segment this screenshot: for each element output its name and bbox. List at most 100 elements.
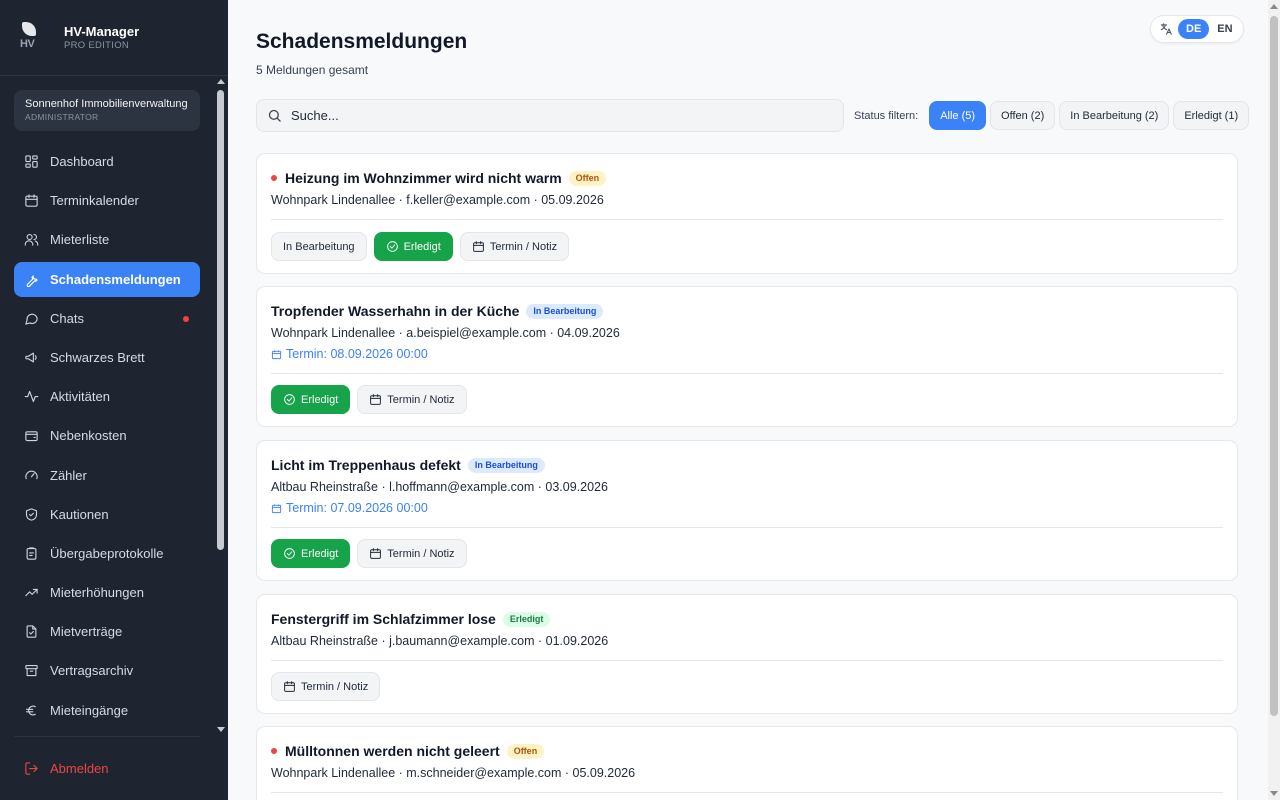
button-label: Erledigt (301, 547, 339, 560)
sidebar-item-mieterhoehungen[interactable]: Mieterhöhungen (14, 575, 200, 610)
termin-notiz-button[interactable]: Termin / Notiz (357, 385, 467, 414)
language-switcher: DE EN (1150, 15, 1244, 43)
sidebar-item-uebergabeprotokolle[interactable]: Übergabeprotokolle (14, 536, 200, 571)
filter-erledigt-button[interactable]: Erledigt (1) (1173, 101, 1250, 130)
sidebar-item-schwarzes-brett[interactable]: Schwarzes Brett (14, 340, 200, 375)
logo-leaf-icon (22, 21, 36, 36)
main-content: Schadensmeldungen 5 Meldungen gesamt DE … (228, 0, 1268, 800)
sidebar-item-label: Schadensmeldungen (50, 271, 181, 287)
unread-dot (183, 315, 189, 322)
sidebar-item-mietvertraege[interactable]: Mietverträge (14, 614, 200, 649)
card-divider (271, 792, 1223, 793)
report-actions: In Bearbeitung Erledigt Termin / Notiz (271, 232, 576, 261)
report-actions: Termin / Notiz (271, 672, 387, 701)
filter-offen-button[interactable]: Offen (2) (990, 101, 1056, 130)
termin-notiz-button[interactable]: Termin / Notiz (459, 232, 570, 261)
calendar-icon (284, 681, 295, 692)
report-title-text: Licht im Treppenhaus defekt (271, 457, 461, 473)
sidebar-item-label: Übergabeprotokolle (50, 545, 164, 561)
status-badge: Offen (506, 743, 545, 759)
button-label: Termin / Notiz (489, 240, 558, 253)
report-meta: Altbau Rheinstraße · l.hoffmann@example.… (271, 480, 608, 494)
sidebar-item-mieteingaenge[interactable]: Mieteingänge (14, 693, 200, 728)
sidebar-item-label: Chats (50, 310, 84, 326)
sidebar-item-nebenkosten[interactable]: Nebenkosten (14, 418, 200, 453)
calendar-icon (370, 394, 382, 405)
termin-notiz-button[interactable]: Termin / Notiz (357, 539, 467, 568)
calendar-icon (271, 349, 282, 359)
sidebar-item-label: Mietverträge (50, 624, 123, 640)
translate-icon (1160, 23, 1172, 35)
sidebar-item-label: Mieteingänge (50, 702, 129, 718)
report-actions: Erledigt Termin / Notiz (271, 385, 474, 414)
card-divider (271, 527, 1223, 528)
check-circle-icon (386, 241, 398, 252)
main-scrollbar[interactable] (1268, 0, 1280, 800)
euro-icon (25, 705, 36, 716)
sidebar-item-dashboard[interactable]: Dashboard (14, 144, 200, 179)
termin-text: Termin: 07.09.2026 00:00 (286, 501, 428, 515)
sidebar-nav: Dashboard Terminkalender Mieterliste Sch… (14, 144, 200, 732)
report-termin: Termin: 08.09.2026 00:00 (271, 347, 428, 361)
sidebar-scrollbar[interactable] (214, 76, 228, 735)
report-title-text: Tropfender Wasserhahn in der Küche (271, 303, 520, 319)
language-option-de[interactable]: DE (1178, 19, 1210, 39)
scroll-down-arrow-icon[interactable] (1270, 791, 1278, 796)
report-title-text: Fenstergriff im Schlafzimmer lose (271, 611, 496, 627)
sidebar-item-label: Mieterliste (50, 232, 110, 248)
sidebar-item-label: Kautionen (50, 506, 109, 522)
wallet-icon (25, 431, 38, 442)
sidebar-item-label: Dashboard (50, 154, 114, 169)
set-erledigt-button[interactable]: Erledigt (373, 232, 453, 261)
page-subtitle: 5 Meldungen gesamt (256, 63, 369, 77)
button-label: Termin / Notiz (387, 393, 455, 406)
status-badge: In Bearbeitung (526, 303, 604, 319)
set-erledigt-button[interactable]: Erledigt (271, 385, 351, 414)
sidebar-item-aktivitaeten[interactable]: Aktivitäten (14, 379, 200, 414)
status-filter: Status filtern: Alle (5) Offen (2) In Be… (854, 101, 1250, 130)
card-divider (271, 373, 1223, 374)
sidebar-item-mieterliste[interactable]: Mieterliste (14, 222, 200, 257)
sidebar-item-schadensmeldungen[interactable]: Schadensmeldungen (14, 261, 200, 297)
sidebar-item-label: Zähler (50, 467, 87, 483)
activity-icon (24, 391, 39, 403)
filter-alle-button[interactable]: Alle (5) (929, 101, 987, 130)
main-scroll-thumb[interactable] (1270, 16, 1278, 716)
card-divider (271, 660, 1223, 661)
sidebar-item-terminkalender[interactable]: Terminkalender (14, 183, 200, 218)
button-label: Termin / Notiz (387, 547, 455, 560)
sidebar-item-chats[interactable]: Chats (14, 301, 200, 336)
scroll-up-arrow-icon[interactable] (1270, 4, 1278, 9)
unread-dot (271, 748, 277, 754)
organization-switcher[interactable]: Sonnenhof Immobilienverwaltung ADMINISTR… (14, 90, 200, 131)
sidebar-item-label: Mieterhöhungen (50, 585, 144, 601)
organization-role: ADMINISTRATOR (25, 112, 99, 122)
report-card: Tropfender Wasserhahn in der Küche In Be… (256, 286, 1238, 427)
logo-text: HV (20, 37, 35, 50)
filter-in-bearbeitung-button[interactable]: In Bearbeitung (2) (1059, 101, 1170, 130)
organization-name: Sonnenhof Immobilienverwaltung (25, 98, 188, 110)
set-in-bearbeitung-button[interactable]: In Bearbeitung (271, 232, 367, 261)
logout-button[interactable]: Abmelden (14, 736, 200, 800)
language-option-en[interactable]: EN (1209, 19, 1240, 39)
scroll-down-arrow-icon[interactable] (217, 727, 225, 732)
termin-notiz-button[interactable]: Termin / Notiz (271, 672, 381, 701)
report-card: Licht im Treppenhaus defekt In Bearbeitu… (256, 440, 1238, 581)
sidebar-item-label: Nebenkosten (50, 428, 127, 444)
sidebar-item-label: Schwarzes Brett (50, 349, 145, 365)
logout-icon (25, 762, 38, 775)
sidebar-item-zaehler[interactable]: Zähler (14, 458, 200, 493)
report-meta: Wohnpark Lindenallee · m.schneider@examp… (271, 766, 636, 780)
clipboard-icon (26, 547, 37, 560)
sidebar-item-vertragsarchiv[interactable]: Vertragsarchiv (14, 653, 200, 688)
report-card: Heizung im Wohnzimmer wird nicht warm Of… (256, 153, 1238, 274)
sidebar-item-kautionen[interactable]: Kautionen (14, 497, 200, 532)
sidebar-scroll-thumb[interactable] (217, 90, 224, 550)
report-card: Fenstergriff im Schlafzimmer lose Erledi… (256, 594, 1238, 714)
search-input[interactable] (291, 108, 811, 123)
set-erledigt-button[interactable]: Erledigt (271, 539, 351, 568)
status-filter-label: Status filtern: (854, 109, 919, 122)
scroll-up-arrow-icon[interactable] (217, 79, 225, 84)
brand-title: HV-Manager (64, 23, 140, 39)
megaphone-icon (25, 352, 37, 363)
